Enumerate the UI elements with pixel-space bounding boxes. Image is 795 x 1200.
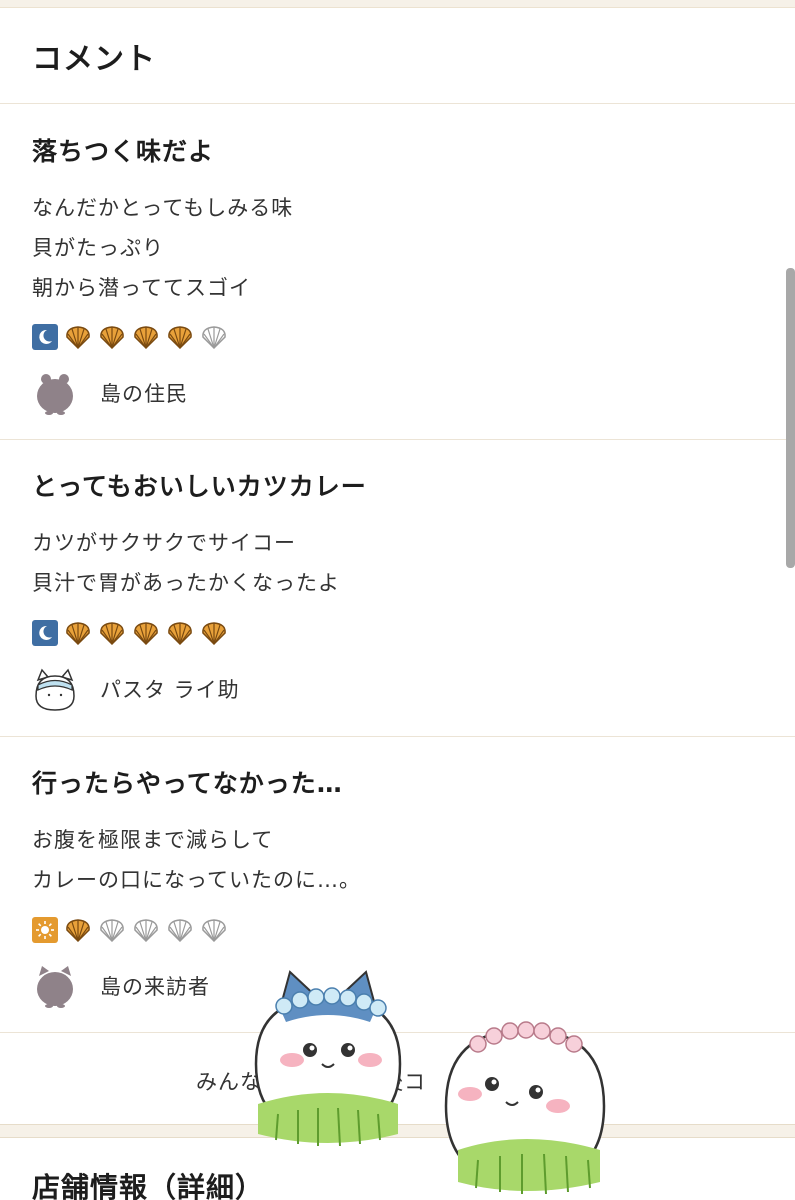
shell-filled-icon bbox=[166, 620, 194, 646]
comment-text: カレーの口になっていたのに…。 bbox=[32, 868, 361, 892]
author-name: 島の来訪者 bbox=[100, 975, 210, 999]
shell-empty-icon bbox=[200, 324, 228, 350]
rating bbox=[32, 917, 228, 943]
top-strip bbox=[0, 0, 795, 8]
shell-empty-icon bbox=[98, 917, 126, 943]
avatar bbox=[32, 963, 78, 1009]
comment-title: 行ったらやってなかった… bbox=[32, 769, 343, 798]
shell-filled-icon bbox=[64, 620, 92, 646]
comment-text: お腹を極限まで減らして bbox=[32, 828, 274, 852]
comment-text: 朝から潜っててスゴイ bbox=[32, 276, 251, 300]
comment-title: 落ちつく味だよ bbox=[32, 137, 215, 166]
divider bbox=[0, 439, 795, 440]
hachiware-hula-illustration bbox=[248, 964, 408, 1158]
comment-text: 貝汁で胃があったかくなったよ bbox=[32, 571, 340, 595]
shell-empty-icon bbox=[132, 917, 160, 943]
chiikawa-hula-illustration bbox=[440, 1010, 610, 1200]
shell-filled-icon bbox=[98, 324, 126, 350]
divider bbox=[0, 736, 795, 737]
comment-text: カツがサクサクでサイコー bbox=[32, 531, 296, 555]
author-name: パスタ ライ助 bbox=[100, 678, 240, 702]
shell-empty-icon bbox=[166, 917, 194, 943]
shell-filled-icon bbox=[132, 324, 160, 350]
shell-filled-icon bbox=[64, 917, 92, 943]
author-name: 島の住民 bbox=[100, 382, 188, 406]
avatar bbox=[32, 666, 78, 712]
section-title: コメント bbox=[32, 42, 156, 77]
shell-filled-icon bbox=[166, 324, 194, 350]
comment-text: なんだかとってもしみる味 bbox=[32, 196, 294, 220]
comment-author: 島の住民 bbox=[32, 370, 188, 416]
island-visitor-avatar-icon bbox=[37, 966, 73, 1008]
divider bbox=[0, 103, 795, 104]
shell-filled-icon bbox=[98, 620, 126, 646]
comment-title: とってもおいしいカツカレー bbox=[32, 472, 367, 501]
avatar bbox=[32, 370, 78, 416]
comment-author: 島の来訪者 bbox=[32, 963, 210, 1009]
island-resident-avatar-icon bbox=[37, 374, 73, 415]
rating bbox=[32, 324, 228, 350]
scrollbar[interactable] bbox=[786, 268, 795, 568]
rating bbox=[32, 620, 228, 646]
comment-text: 貝がたっぷり bbox=[32, 236, 164, 260]
moon-icon bbox=[32, 620, 58, 646]
store-info-title: 店舗情報（詳細） bbox=[32, 1171, 265, 1200]
pasta-raisuke-avatar-icon bbox=[35, 668, 75, 711]
shell-filled-icon bbox=[132, 620, 160, 646]
sun-icon bbox=[32, 917, 58, 943]
shell-filled-icon bbox=[64, 324, 92, 350]
comment-author: パスタ ライ助 bbox=[32, 666, 240, 712]
shell-filled-icon bbox=[200, 620, 228, 646]
shell-empty-icon bbox=[200, 917, 228, 943]
moon-icon bbox=[32, 324, 58, 350]
